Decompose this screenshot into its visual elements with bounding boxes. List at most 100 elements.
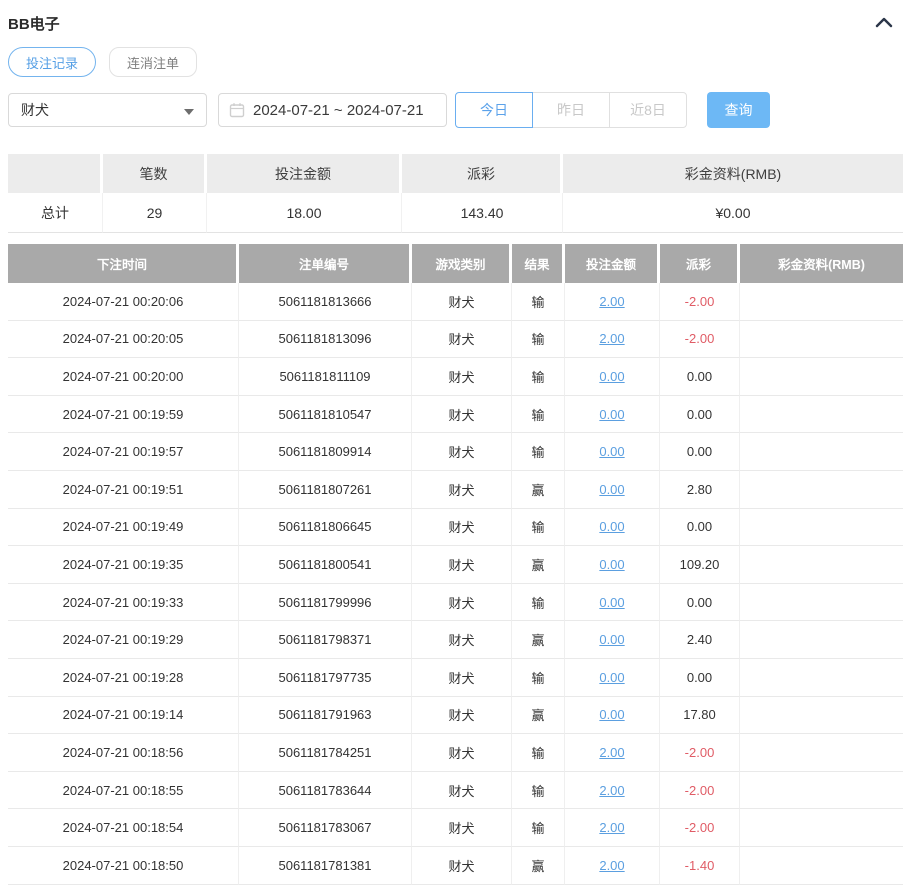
cell-bet-number: 5061181806645 [239, 508, 412, 547]
table-row: 2024-07-21 00:20:06 5061181813666 财犬输 2.00 -… [8, 283, 903, 321]
calendar-icon [229, 102, 245, 118]
table-row: 2024-07-21 00:19:59 5061181810547 财犬输 0.00 0… [8, 395, 903, 434]
cell-payout: 0.00 [660, 358, 740, 396]
cell-game-type: 财犬 [412, 358, 512, 396]
cell-bet-time: 2024-07-21 00:19:33 [8, 583, 239, 622]
tab-cancelled-orders[interactable]: 连消注单 [109, 47, 198, 77]
bet-amount-link[interactable]: 2.00 [599, 745, 624, 760]
cell-result: 输 [512, 771, 565, 810]
cell-bet-time: 2024-07-21 00:18:50 [8, 846, 239, 885]
cell-bet-time: 2024-07-21 00:19:59 [8, 395, 239, 434]
query-button[interactable]: 查询 [707, 92, 770, 128]
table-row: 2024-07-21 00:19:14 5061181791963 财犬赢 0.00 1… [8, 696, 903, 735]
table-row: 2024-07-21 00:19:28 5061181797735 财犬输 0.00 0… [8, 658, 903, 697]
cell-bet-number: 5061181799996 [239, 583, 412, 622]
bet-amount-link[interactable]: 0.00 [599, 482, 624, 497]
bet-amount-link[interactable]: 0.00 [599, 369, 624, 384]
cell-result: 输 [512, 658, 565, 697]
cell-game-type: 财犬 [412, 658, 512, 697]
cell-bet-number: 5061181781381 [239, 846, 412, 885]
date-range-value: 2024-07-21 ~ 2024-07-21 [253, 101, 424, 119]
bet-amount-link[interactable]: 0.00 [599, 595, 624, 610]
table-row: 2024-07-21 00:20:05 5061181813096 财犬输 2.00 -… [8, 320, 903, 359]
cell-bet-number: 5061181809914 [239, 433, 412, 471]
tab-bet-records[interactable]: 投注记录 [8, 47, 97, 77]
bet-amount-link[interactable]: 2.00 [599, 294, 624, 309]
bet-amount-link[interactable]: 0.00 [599, 632, 624, 647]
cell-bet-time: 2024-07-21 00:19:14 [8, 696, 239, 735]
cell-bet-amount: 2.00 [565, 771, 660, 810]
header-result: 结果 [512, 244, 565, 283]
cell-result: 输 [512, 809, 565, 847]
summary-table: 笔数 投注金额 派彩 彩金资料(RMB) 总计 29 18.00 143.40 … [8, 154, 903, 233]
tab-label: 连消注单 [127, 55, 180, 71]
summary-header-bet-amount: 投注金额 [207, 154, 402, 193]
cell-payout: -2.00 [660, 283, 740, 321]
cell-bet-time: 2024-07-21 00:18:56 [8, 734, 239, 772]
cell-payout: 0.00 [660, 433, 740, 471]
bet-amount-link[interactable]: 0.00 [599, 670, 624, 685]
bet-amount-link[interactable]: 2.00 [599, 820, 624, 835]
cell-bet-time: 2024-07-21 00:20:06 [8, 283, 239, 321]
last-8-days-button[interactable]: 近8日 [609, 92, 687, 128]
cell-bet-number: 5061181807261 [239, 470, 412, 509]
summary-total-bet-amount: 18.00 [207, 193, 402, 233]
bet-amount-link[interactable]: 0.00 [599, 519, 624, 534]
cell-bet-number: 5061181783644 [239, 771, 412, 810]
bet-amount-link[interactable]: 2.00 [599, 858, 624, 873]
bet-amount-link[interactable]: 0.00 [599, 407, 624, 422]
cell-result: 赢 [512, 621, 565, 659]
cell-bet-amount: 0.00 [565, 621, 660, 659]
cell-bonus [740, 771, 903, 810]
cell-bet-time: 2024-07-21 00:19:35 [8, 546, 239, 584]
summary-total-bonus: ¥0.00 [563, 193, 903, 233]
summary-header-bonus: 彩金资料(RMB) [563, 154, 903, 193]
cell-payout: -2.00 [660, 320, 740, 359]
cell-payout: 0.00 [660, 395, 740, 434]
summary-total-payout: 143.40 [402, 193, 563, 233]
table-row: 2024-07-21 00:19:57 5061181809914 财犬输 0.00 0… [8, 433, 903, 471]
tab-label: 投注记录 [26, 55, 79, 71]
cell-bet-number: 5061181783067 [239, 809, 412, 847]
cell-result: 输 [512, 395, 565, 434]
cell-bet-time: 2024-07-21 00:19:29 [8, 621, 239, 659]
cell-payout: -1.40 [660, 846, 740, 885]
filter-bar: 财犬 2024-07-21 ~ 2024-07-21 今日 昨日 近8日 查询 [8, 92, 903, 128]
cell-result: 输 [512, 283, 565, 321]
cell-bet-number: 5061181784251 [239, 734, 412, 772]
cell-bonus [740, 395, 903, 434]
bet-amount-link[interactable]: 0.00 [599, 557, 624, 572]
bet-records-table: 下注时间 注单编号 游戏类别 结果 投注金额 派彩 彩金资料(RMB) 2024… [8, 244, 903, 885]
cell-bonus [740, 358, 903, 396]
cell-bonus [740, 470, 903, 509]
cell-game-type: 财犬 [412, 696, 512, 735]
collapse-panel-button[interactable] [871, 14, 897, 33]
cell-bonus [740, 621, 903, 659]
cell-payout: 0.00 [660, 508, 740, 547]
table-row: 2024-07-21 00:18:50 5061181781381 财犬赢 2.00 -… [8, 846, 903, 885]
cell-result: 赢 [512, 846, 565, 885]
date-range-input[interactable]: 2024-07-21 ~ 2024-07-21 [218, 93, 447, 127]
bet-amount-link[interactable]: 2.00 [599, 331, 624, 346]
cell-game-type: 财犬 [412, 546, 512, 584]
cell-bet-amount: 0.00 [565, 470, 660, 509]
bet-table-header-row: 下注时间 注单编号 游戏类别 结果 投注金额 派彩 彩金资料(RMB) [8, 244, 903, 283]
cell-bonus [740, 809, 903, 847]
table-row: 2024-07-21 00:18:56 5061181784251 财犬输 2.00 -… [8, 734, 903, 772]
summary-total-row: 总计 29 18.00 143.40 ¥0.00 [8, 193, 903, 233]
cell-payout: 2.40 [660, 621, 740, 659]
bet-amount-link[interactable]: 0.00 [599, 444, 624, 459]
cell-game-type: 财犬 [412, 470, 512, 509]
panel-header: BB电子 [8, 0, 903, 34]
table-row: 2024-07-21 00:19:49 5061181806645 财犬输 0.00 0… [8, 508, 903, 547]
game-select[interactable]: 财犬 [8, 93, 207, 127]
cell-payout: -2.00 [660, 809, 740, 847]
summary-total-count: 29 [103, 193, 207, 233]
bet-amount-link[interactable]: 2.00 [599, 783, 624, 798]
bet-amount-link[interactable]: 0.00 [599, 707, 624, 722]
today-button[interactable]: 今日 [455, 92, 533, 128]
cell-bet-amount: 0.00 [565, 658, 660, 697]
yesterday-button[interactable]: 昨日 [532, 92, 610, 128]
record-tabs: 投注记录 连消注单 [8, 47, 903, 77]
cell-game-type: 财犬 [412, 809, 512, 847]
